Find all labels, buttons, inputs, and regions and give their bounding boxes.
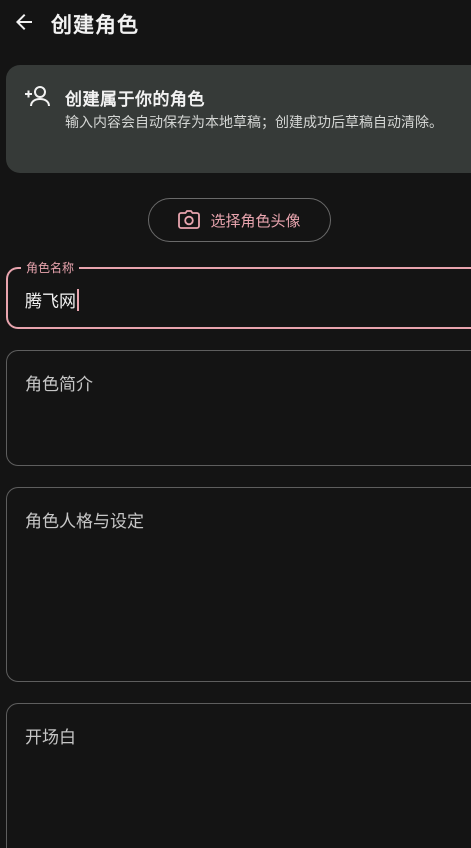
character-name-value[interactable]: 腾飞网	[25, 287, 79, 312]
page-title: 创建角色	[51, 13, 139, 37]
character-intro-placeholder: 角色简介	[25, 375, 93, 395]
character-name-label: 角色名称	[21, 260, 80, 276]
person-add-icon	[25, 86, 50, 107]
character-name-field[interactable]: 角色名称 腾飞网	[6, 260, 471, 329]
back-button[interactable]	[10, 8, 38, 36]
select-avatar-button[interactable]: 选择角色头像	[148, 198, 331, 242]
info-card: 创建属于你的角色 输入内容会自动保存为本地草稿；创建成功后草稿自动清除。	[6, 65, 471, 173]
select-avatar-label: 选择角色头像	[210, 211, 301, 230]
camera-icon	[178, 210, 201, 230]
character-persona-field[interactable]: 角色人格与设定	[6, 487, 471, 682]
opening-line-field[interactable]: 开场白	[6, 703, 471, 848]
create-character-page: 创建角色 创建属于你的角色 输入内容会自动保存为本地草稿；创建成功后草稿自动清除…	[0, 0, 471, 848]
character-persona-placeholder: 角色人格与设定	[25, 512, 144, 532]
text-caret	[77, 288, 79, 311]
character-name-text: 腾飞网	[25, 292, 76, 312]
arrow-left-icon	[16, 14, 32, 30]
info-card-description: 输入内容会自动保存为本地草稿；创建成功后草稿自动清除。	[65, 115, 443, 131]
info-card-title: 创建属于你的角色	[65, 90, 205, 110]
opening-line-placeholder: 开场白	[25, 728, 76, 748]
app-bar: 创建角色	[0, 0, 471, 50]
character-intro-field[interactable]: 角色简介	[6, 350, 471, 466]
